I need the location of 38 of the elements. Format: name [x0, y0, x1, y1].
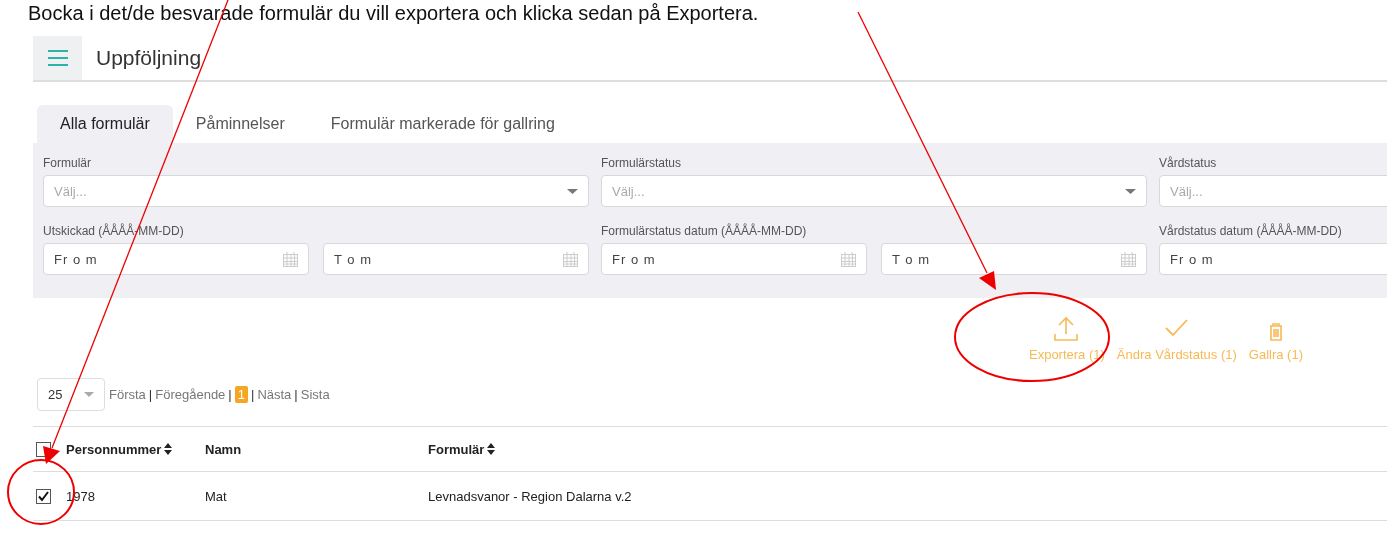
separator-text: |: [148, 387, 153, 402]
tab[interactable]: Formulär markerade för gallring: [307, 105, 578, 143]
tab[interactable]: Påminnelser: [172, 105, 308, 143]
field-label: Vårdstatus: [1159, 156, 1218, 172]
date-field[interactable]: Fr o m: [601, 243, 867, 275]
page-size-select[interactable]: 25: [37, 378, 105, 411]
calendar-icon: [563, 251, 578, 267]
date-field[interactable]: T o m: [323, 243, 589, 275]
caret-icon: [84, 392, 94, 397]
pager-link[interactable]: Föregående: [155, 387, 226, 402]
date-field[interactable]: T o m: [881, 243, 1147, 275]
tab[interactable]: Alla formulär: [37, 105, 173, 143]
checkbox[interactable]: [36, 488, 51, 504]
column-header[interactable]: Formulär: [428, 441, 485, 457]
separator-text: |: [251, 387, 255, 402]
date-field[interactable]: Fr o m: [43, 243, 309, 275]
pager-link[interactable]: Första: [109, 387, 146, 402]
menu-icon: [47, 50, 68, 66]
column-header[interactable]: Namn: [205, 441, 242, 457]
caret-icon: [1125, 188, 1136, 194]
date-field[interactable]: Fr o m: [1159, 243, 1387, 275]
page-title: Uppföljning: [96, 46, 202, 70]
table-cell-text: Levnadsvanor - Region Dalarna v.2: [428, 488, 633, 504]
caret-icon: [567, 188, 578, 194]
upload-icon: [1053, 316, 1080, 342]
field-label: Formulär: [43, 156, 92, 172]
field-label: Formulärstatus: [601, 156, 683, 172]
column-header[interactable]: Personnummer: [66, 441, 162, 457]
field-label: Formulärstatus datum (ÅÅÅÅ-MM-DD): [601, 224, 808, 240]
separator-text: |: [228, 387, 232, 402]
field-label: Vårdstatus datum (ÅÅÅÅ-MM-DD): [1159, 224, 1343, 240]
table-cell-text: Mat: [205, 488, 228, 504]
pager-link[interactable]: Sista: [300, 387, 330, 402]
separator-text: |: [294, 387, 298, 402]
calendar-icon: [1121, 251, 1136, 267]
calendar-icon: [841, 251, 856, 267]
calendar-icon: [283, 251, 298, 267]
pager-link[interactable]: Nästa: [257, 387, 292, 402]
